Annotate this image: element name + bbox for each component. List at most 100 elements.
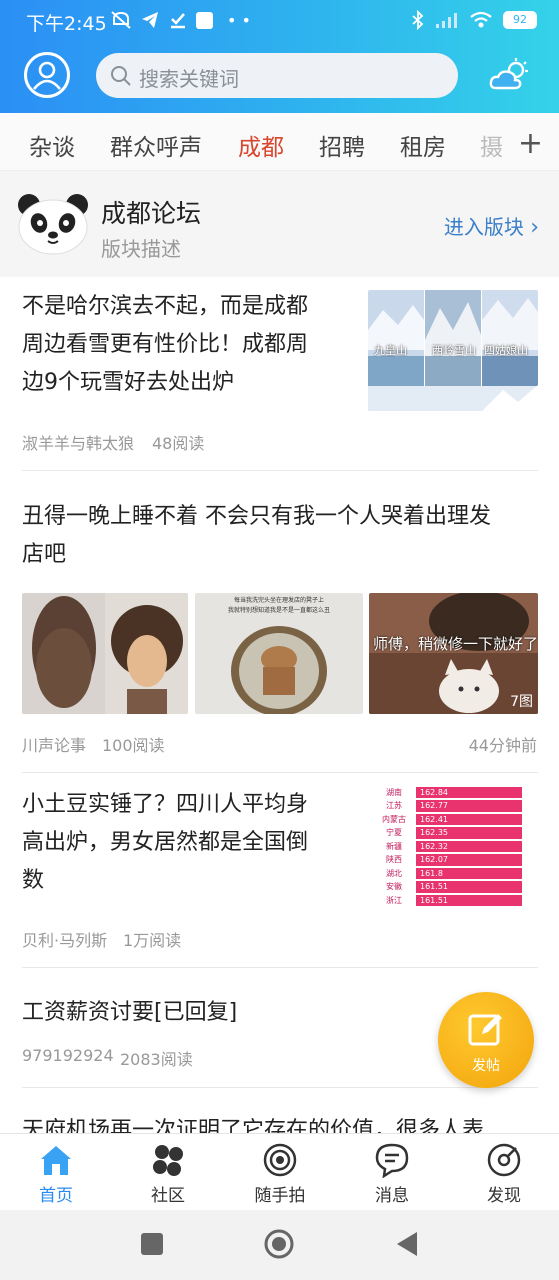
post-read-count: 2083阅读 — [120, 1050, 193, 1069]
system-nav-bar — [0, 1210, 559, 1280]
post-title-line: 丑得一晚上睡不着 不会只有我一个人哭着出理发 — [22, 504, 491, 529]
app-notification-icon — [196, 11, 213, 29]
height-table-value: 161.51 — [416, 881, 522, 893]
post-title: 不是哈尔滨去不起，而是成都 周边看雪更有性价比！成都周 边9个玩雪好去处出炉 — [22, 288, 352, 402]
enter-forum-label: 进入版块 — [443, 215, 524, 239]
post-item[interactable]: 天府机场再一次证明了它存在的价值，很多人表 — [0, 1100, 559, 1133]
search-icon — [111, 66, 131, 86]
height-table-province: 浙江 — [386, 895, 402, 905]
signal-icon — [436, 13, 457, 28]
post-thumbnail[interactable]: 每当我洗完头坐在理发店的凳子上 我就特别想知道我是不是一直都这么丑 — [195, 593, 363, 714]
user-icon — [32, 61, 62, 90]
post-read-count: 1万阅读 — [123, 931, 182, 950]
divider — [22, 1087, 538, 1088]
divider — [22, 772, 538, 773]
post-title: 小土豆实锤了？四川人平均身 高出炉，男女居然都是全国倒 数 — [22, 786, 362, 900]
divider — [22, 470, 538, 471]
height-table-row: 陕西 162.07 — [368, 853, 538, 866]
post-thumbnail[interactable] — [22, 593, 188, 714]
app-header: 下午2:45 • • 92 搜索关键词 — [0, 0, 559, 113]
height-table-value: 162.07 — [416, 854, 522, 866]
nav-home[interactable]: 首页 — [0, 1134, 112, 1211]
height-table-province: 湖北 — [386, 868, 402, 878]
forum-name: 成都论坛 — [101, 199, 202, 228]
post-title: 天府机场再一次证明了它存在的价值，很多人表 — [22, 1112, 559, 1133]
weather-icon[interactable] — [488, 58, 532, 92]
height-table-row: 新疆 162.32 — [368, 840, 538, 853]
height-table-province: 宁夏 — [386, 828, 402, 838]
post-title-line: 天府机场再一次证明了它存在的价值，很多人表 — [22, 1118, 485, 1133]
post-title: 工资薪资讨要[已回复] — [22, 994, 422, 1032]
height-table-row: 内蒙古 162.41 — [368, 813, 538, 826]
enter-forum-link[interactable]: 进入版块 › — [444, 211, 539, 240]
post-title-line: 边9个玩雪好去处出炉 — [22, 370, 234, 395]
image-label: 西岭雪山 — [432, 344, 476, 357]
divider — [22, 967, 538, 968]
post-author[interactable]: 淑羊羊与韩太狼 — [22, 430, 134, 454]
height-table-image: 湖南 162.84 江苏 162.77 内蒙古 162.41 宁夏 162.35 新疆 162.3… — [368, 786, 538, 907]
recent-apps-button[interactable] — [141, 1233, 163, 1255]
mute-notification-icon — [111, 11, 131, 29]
height-table-row: 安徽 161.51 — [368, 880, 538, 893]
search-placeholder: 搜索关键词 — [139, 67, 239, 91]
community-icon — [153, 1145, 183, 1176]
nav-label: 社区 — [151, 1186, 185, 1206]
image-count-badge: 7图 — [510, 694, 533, 710]
compass-icon — [487, 1143, 521, 1177]
height-table-province: 新疆 — [386, 841, 402, 851]
search-input[interactable]: 搜索关键词 — [96, 53, 458, 98]
download-done-icon — [171, 13, 185, 29]
post-title-line: 工资薪资讨要[已回复] — [22, 1000, 238, 1025]
tab-chengdu[interactable]: 成都 — [238, 128, 284, 162]
nav-messages[interactable]: 消息 — [336, 1134, 448, 1211]
tab-rent[interactable]: 租房 — [400, 128, 446, 162]
nav-label: 消息 — [375, 1186, 409, 1206]
post-read-count: 100阅读 — [102, 736, 165, 755]
post-author[interactable]: 贝利·马列斯 — [22, 927, 107, 951]
user-avatar-button[interactable] — [24, 52, 70, 98]
post-title-line: 高出炉，男女居然都是全国倒 — [22, 830, 309, 855]
post-thumbnail[interactable]: 师傅，稍微修一下就好了 7图 — [369, 593, 538, 714]
height-table-row: 江苏 162.77 — [368, 799, 538, 812]
telegram-icon — [142, 12, 158, 28]
height-table-row: 浙江 161.51 — [368, 894, 538, 907]
panda-avatar-icon — [18, 194, 88, 255]
height-table-province: 内蒙古 — [382, 814, 406, 824]
height-table-value: 162.77 — [416, 800, 522, 812]
create-post-button[interactable]: 发帖 — [438, 992, 534, 1088]
nav-label: 首页 — [39, 1186, 73, 1206]
add-tab-button[interactable]: + — [513, 126, 543, 161]
tab-zatan[interactable]: 杂谈 — [29, 128, 75, 162]
post-author[interactable]: 川声论事 — [22, 732, 86, 756]
height-table-province: 湖南 — [386, 788, 402, 797]
home-button[interactable] — [263, 1228, 295, 1260]
height-table-value: 162.35 — [416, 827, 522, 839]
chevron-right-icon: › — [530, 215, 539, 240]
nav-snapshot[interactable]: 随手拍 — [224, 1134, 336, 1211]
home-icon — [41, 1146, 71, 1175]
camera-lens-icon — [263, 1143, 297, 1177]
edit-icon — [468, 1014, 502, 1046]
nav-community[interactable]: 社区 — [112, 1134, 224, 1211]
tab-public-voice[interactable]: 群众呼声 — [110, 128, 202, 162]
nav-label: 发现 — [487, 1186, 521, 1206]
post-author[interactable]: 979192924 — [22, 1046, 114, 1065]
height-table-province: 陕西 — [386, 855, 402, 865]
forum-description: 版块描述 — [101, 237, 181, 261]
height-table-value: 162.32 — [416, 840, 522, 853]
height-table-province: 安徽 — [386, 882, 402, 892]
post-read-count: 48阅读 — [152, 434, 205, 453]
post-thumbnail[interactable]: 九皇山 西岭雪山 四姑娘山 — [368, 290, 538, 411]
haircut-photo-image — [22, 593, 188, 714]
meme-caption: 师傅，稍微修一下就好了 — [373, 635, 538, 653]
forum-header: 成都论坛 版块描述 进入版块 › — [0, 171, 559, 277]
tab-jobs[interactable]: 招聘 — [319, 128, 365, 162]
nav-label: 随手拍 — [254, 1186, 306, 1206]
nav-discover[interactable]: 发现 — [448, 1134, 559, 1211]
back-button[interactable] — [395, 1230, 419, 1258]
tab-photography[interactable]: 摄 — [480, 128, 503, 162]
post-title-line: 数 — [22, 868, 45, 893]
post-thumbnail[interactable]: 湖南 162.84 江苏 162.77 内蒙古 162.41 宁夏 162.35 新疆 162.3… — [368, 786, 538, 907]
more-notifications-icon: • • — [227, 10, 251, 30]
status-bar: 下午2:45 • • 92 — [0, 0, 559, 42]
